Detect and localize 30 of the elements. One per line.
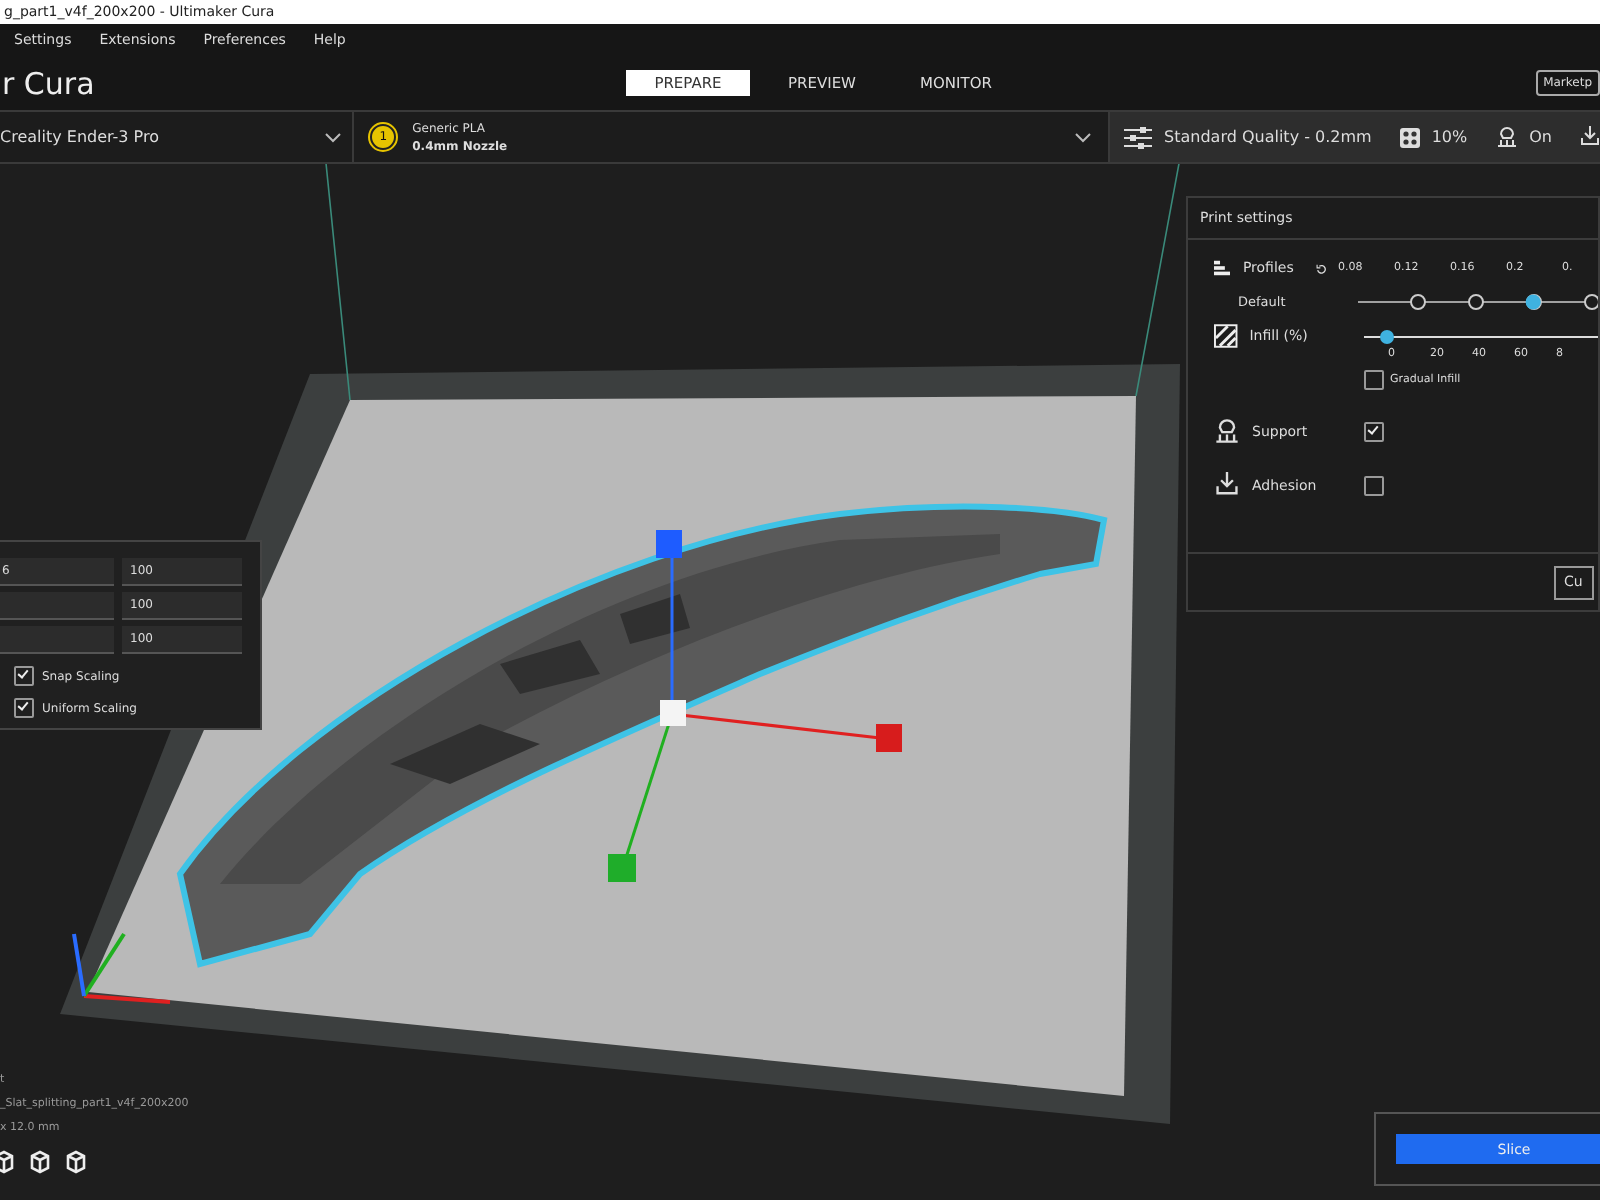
scale-field[interactable] xyxy=(0,592,114,620)
checkbox[interactable] xyxy=(1364,475,1384,495)
infill-icon xyxy=(1399,127,1420,147)
download-icon xyxy=(1214,472,1240,498)
sliders-icon xyxy=(1124,125,1153,149)
chevron-icon xyxy=(1074,131,1093,143)
support-icon xyxy=(1495,126,1518,148)
checkbox[interactable] xyxy=(14,698,34,718)
printer-name: Creality Ender-3 Pro xyxy=(0,128,159,146)
reset-icon xyxy=(1315,259,1326,277)
quality-selector[interactable]: Standard Quality - 0.2mm 10% On xyxy=(1110,112,1600,162)
printer-selector[interactable]: Creality Ender-3 Pro xyxy=(0,112,355,162)
support-value: On xyxy=(1529,128,1552,146)
profile-icon xyxy=(1214,256,1231,280)
app-logo: r Cura xyxy=(0,65,95,101)
cube-view-icon[interactable] xyxy=(64,1150,88,1174)
cube-view-icon[interactable] xyxy=(28,1150,52,1174)
axis-indicator-drawing xyxy=(72,932,171,1004)
checkbox[interactable] xyxy=(14,666,34,686)
scale-field[interactable] xyxy=(0,626,114,654)
infill-slider[interactable] xyxy=(1363,326,1598,346)
quality-profile: Standard Quality - 0.2mm xyxy=(1164,128,1372,146)
infill-icon xyxy=(1214,324,1238,348)
infill-value: 10% xyxy=(1431,128,1468,146)
checkbox[interactable] xyxy=(1364,370,1384,390)
chevron-icon xyxy=(324,131,343,143)
checkbox[interactable] xyxy=(1364,421,1384,441)
layer-height-slider[interactable] xyxy=(1358,290,1598,314)
download-icon xyxy=(1580,126,1600,148)
support-icon xyxy=(1214,418,1240,444)
